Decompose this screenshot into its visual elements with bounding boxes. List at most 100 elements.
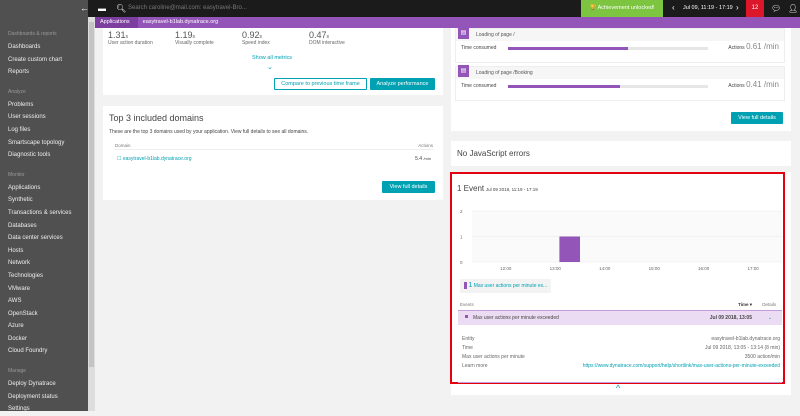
chevron-down-icon[interactable]: ⌄	[267, 63, 273, 71]
time-consumed-bar	[508, 47, 708, 50]
x-tick-label: 13:00	[550, 266, 562, 271]
js-errors-card: No JavaScript errors	[451, 141, 791, 166]
learn-more-link[interactable]: https://www.dynatrace.com/support/help/s…	[583, 362, 780, 371]
events-header: 1 Event Jul 09 2018, 11:19 - 17:19	[457, 184, 538, 193]
domain-actions: 5.4 /min	[415, 156, 431, 162]
domains-description: These are the top 3 domains used by your…	[109, 129, 309, 135]
compare-button[interactable]: Compare to previous time frame	[274, 78, 367, 90]
sidebar-item-reports[interactable]: Reports	[0, 66, 88, 79]
comment-icon[interactable]: 💬︎	[771, 4, 781, 13]
metric: 1.31s User action duration	[108, 30, 153, 46]
search-input[interactable]: Search caroline@mail.com: easytravel-Bro…	[128, 5, 247, 11]
breadcrumb-app[interactable]: easytravel-b1lab.dynatrace.org	[138, 17, 224, 28]
event-marker-icon	[465, 315, 468, 318]
breadcrumb: Applications easytravel-b1lab.dynatrace.o…	[95, 17, 800, 28]
achievement-button[interactable]: 🏆 Achievement unlocked!	[581, 0, 663, 17]
sidebar-item-deploy-dynatrace[interactable]: Deploy Dynatrace	[0, 378, 88, 391]
sidebar-item-synthetic[interactable]: Synthetic	[0, 194, 88, 207]
events-table-header: Events Time ▾ Details	[460, 302, 778, 307]
sidebar-section-title: Analyze	[8, 88, 26, 95]
sidebar-item-openstack[interactable]: OpenStack	[0, 308, 88, 321]
sidebar-scroll-thumb[interactable]	[89, 22, 94, 367]
sidebar-item-settings[interactable]: Settings	[0, 403, 88, 416]
event-name: Max user actions per minute exceeded	[473, 315, 559, 321]
chat-icon[interactable]: ▬	[98, 4, 106, 13]
problems-badge[interactable]: 12	[746, 0, 764, 17]
page-icon: ▤	[458, 27, 469, 39]
sidebar-item-transactions-services[interactable]: Transactions & services	[0, 207, 88, 220]
events-card: 1 Event Jul 09 2018, 11:19 - 17:19 0 1 2 12…	[450, 172, 785, 384]
js-errors-title: No JavaScript errors	[457, 149, 530, 158]
col-actions: Actions	[418, 143, 433, 148]
page-load-item: ▤ Loading of page / Time consumed Actions…	[455, 27, 785, 63]
sidebar-item-dashboards[interactable]: Dashboards	[0, 41, 88, 54]
sidebar-item-applications[interactable]: Applications	[0, 182, 88, 195]
sidebar: ← Dashboards & reports Dashboards Create c…	[0, 0, 89, 412]
legend-item[interactable]: 1 Max user actions per minute ex...	[460, 279, 552, 293]
breadcrumb-applications[interactable]: Applications	[95, 17, 138, 28]
event-detail-row: Learn more https://www.dynatrace.com/supp…	[462, 362, 780, 371]
events-chart: 0 1 2 12:00 13:00 14:00 15:00 16:00 17:00	[460, 209, 782, 271]
metric: 0.92s Speed index	[242, 30, 270, 46]
x-tick-label: 17:00	[748, 266, 760, 271]
event-time: Jul 09 2018, 13:05	[709, 315, 752, 321]
event-bar[interactable]	[559, 236, 581, 263]
events-range: Jul 09 2018, 11:19 - 17:19	[485, 187, 538, 192]
next-timeframe-icon[interactable]: ›	[736, 3, 739, 12]
sidebar-item-aws[interactable]: AWS	[0, 295, 88, 308]
metric: 1.19s Visually complete	[175, 30, 214, 46]
col-details: Details	[762, 302, 776, 307]
sidebar-item-user-sessions[interactable]: User sessions	[0, 111, 88, 124]
sidebar-item-network[interactable]: Network	[0, 257, 88, 270]
collapse-chevron-up-icon[interactable]: ^	[616, 383, 620, 393]
event-row[interactable]: Max user actions per minute exceeded Jul…	[458, 310, 782, 325]
event-detail-row: Time Jul 09 2018, 13:05 - 13:14 (8 min)	[462, 345, 780, 351]
event-detail-row: Max user actions per minute 3500 action/m…	[462, 354, 780, 360]
sidebar-item-smartscape-topology[interactable]: Smartscape topology	[0, 137, 88, 150]
event-detail-row: Entity easytravel-b1lab.dynatrace.org	[462, 336, 780, 342]
expand-chevron-icon[interactable]: ⌄	[768, 311, 772, 325]
sidebar-item-problems[interactable]: Problems	[0, 99, 88, 112]
page-icon: ▤	[458, 65, 469, 77]
sidebar-item-azure[interactable]: Azure	[0, 320, 88, 333]
sidebar-item-vmware[interactable]: VMware	[0, 283, 88, 296]
metric: 0.47s DOM interactive	[309, 30, 345, 46]
col-events: Events	[460, 302, 474, 307]
domains-title: Top 3 included domains	[109, 113, 204, 123]
back-arrow-icon[interactable]: ←	[80, 3, 89, 13]
sidebar-item-docker[interactable]: Docker	[0, 333, 88, 346]
y-tick-label: 2	[460, 209, 463, 214]
sidebar-item-create-custom-chart[interactable]: Create custom chart	[0, 54, 88, 67]
col-domain: Domain	[115, 143, 131, 148]
col-time[interactable]: Time ▾	[738, 302, 752, 308]
show-all-metrics-link[interactable]: Show all metrics	[252, 55, 292, 61]
sidebar-item-hosts[interactable]: Hosts	[0, 245, 88, 258]
x-tick-label: 14:00	[599, 266, 611, 271]
page-load-item: ▤ Loading of page /Booking Time consumed …	[455, 65, 785, 101]
legend-swatch	[464, 282, 467, 290]
sidebar-section-title: Manage	[8, 368, 27, 375]
sidebar-item-data-center-services[interactable]: Data center services	[0, 232, 88, 245]
y-tick-label: 1	[460, 235, 463, 240]
search-icon: 🔍︎	[116, 4, 127, 13]
timeframe-selector[interactable]: Jul 09, 11:19 - 17:19	[683, 0, 733, 17]
sidebar-item-cloud-foundry[interactable]: Cloud Foundry	[0, 345, 88, 358]
x-tick-label: 15:00	[649, 266, 661, 271]
sidebar-item-diagnostic-tools[interactable]: Diagnostic tools	[0, 149, 88, 162]
sidebar-section-title: Dashboards & reports	[8, 31, 57, 37]
sidebar-item-databases[interactable]: Databases	[0, 220, 88, 233]
analyze-performance-button[interactable]: Analyze performance	[370, 78, 435, 90]
pages-view-details-button[interactable]: View full details	[731, 112, 783, 124]
sidebar-item-technologies[interactable]: Technologies	[0, 270, 88, 283]
sidebar-section-title: Monitor	[8, 171, 25, 178]
prev-timeframe-icon[interactable]: ‹	[672, 3, 675, 12]
domains-view-details-button[interactable]: View full details	[382, 181, 435, 193]
y-tick-label: 0	[460, 260, 463, 265]
x-tick-label: 16:00	[698, 266, 710, 271]
domain-link[interactable]: ☐ easytravel-b1lab.dynatrace.org	[117, 156, 192, 162]
events-title: 1 Event	[457, 184, 485, 193]
time-consumed-bar	[508, 85, 708, 88]
sidebar-item-log-files[interactable]: Log files	[0, 124, 88, 137]
user-icon[interactable]: 👤︎	[788, 4, 798, 13]
sidebar-item-deployment-status[interactable]: Deployment status	[0, 391, 88, 404]
